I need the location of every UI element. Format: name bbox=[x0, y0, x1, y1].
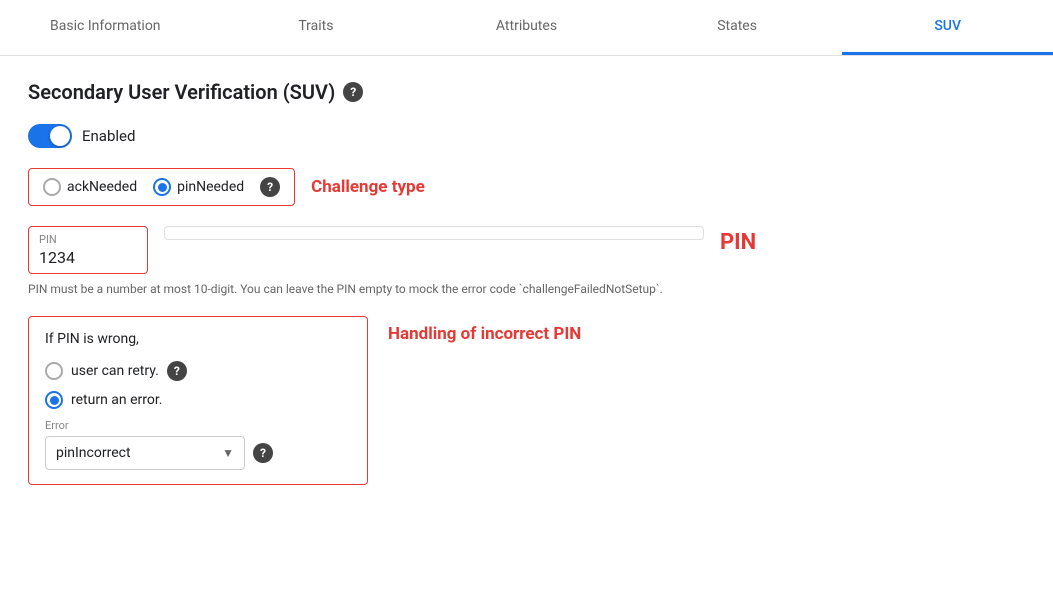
main-container: Basic Information Traits Attributes Stat… bbox=[0, 0, 1053, 601]
tab-states[interactable]: States bbox=[632, 0, 843, 55]
radio-circle-retry[interactable] bbox=[45, 362, 63, 380]
pin-field-label: PIN bbox=[39, 233, 137, 246]
pin-hint: PIN must be a number at most 10-digit. Y… bbox=[28, 282, 728, 296]
dropdown-label: Error bbox=[45, 419, 351, 432]
error-dropdown-section: Error pinIncorrect ▼ ? bbox=[45, 419, 351, 470]
tab-attributes[interactable]: Attributes bbox=[421, 0, 632, 55]
handling-annotation: Handling of incorrect PIN bbox=[388, 316, 581, 344]
radio-label-pinneeded: pinNeeded bbox=[177, 179, 244, 195]
title-help-icon[interactable]: ? bbox=[343, 82, 363, 102]
retry-help-icon[interactable]: ? bbox=[167, 361, 187, 381]
radio-circle-ackneeded[interactable] bbox=[43, 178, 61, 196]
tab-suv[interactable]: SUV bbox=[842, 0, 1053, 55]
content-area: Secondary User Verification (SUV) ? Enab… bbox=[0, 56, 1053, 509]
toggle-thumb bbox=[50, 126, 70, 146]
pin-section: PIN 1234 PIN bbox=[28, 226, 1025, 274]
pin-full-field[interactable] bbox=[164, 226, 704, 240]
challenge-type-box: ackNeeded pinNeeded ? bbox=[28, 168, 295, 206]
enabled-label: Enabled bbox=[82, 127, 135, 145]
radio-row-retry: user can retry. ? bbox=[45, 361, 351, 381]
enabled-toggle-row: Enabled bbox=[28, 124, 1025, 148]
handling-section: If PIN is wrong, user can retry. ? retur… bbox=[28, 316, 1025, 485]
error-dropdown[interactable]: pinIncorrect ▼ bbox=[45, 436, 245, 470]
dropdown-value: pinIncorrect bbox=[56, 445, 131, 461]
radio-label-error: return an error. bbox=[71, 392, 162, 408]
tab-bar: Basic Information Traits Attributes Stat… bbox=[0, 0, 1053, 56]
section-title-text: Secondary User Verification (SUV) bbox=[28, 80, 335, 104]
radio-row-error: return an error. bbox=[45, 391, 351, 409]
handling-title: If PIN is wrong, bbox=[45, 331, 351, 347]
toggle-track[interactable] bbox=[28, 124, 72, 148]
challenge-type-annotation: Challenge type bbox=[311, 177, 425, 197]
error-dropdown-help-icon[interactable]: ? bbox=[253, 443, 273, 463]
radio-label-retry: user can retry. bbox=[71, 363, 159, 379]
handling-box: If PIN is wrong, user can retry. ? retur… bbox=[28, 316, 368, 485]
dropdown-arrow-icon: ▼ bbox=[222, 446, 234, 460]
radio-option-ackneeded[interactable]: ackNeeded bbox=[43, 178, 137, 196]
pin-field-value[interactable]: 1234 bbox=[39, 248, 137, 267]
pin-field-box[interactable]: PIN 1234 bbox=[28, 226, 148, 274]
dropdown-row: pinIncorrect ▼ ? bbox=[45, 436, 351, 470]
section-title: Secondary User Verification (SUV) ? bbox=[28, 80, 1025, 104]
tab-traits[interactable]: Traits bbox=[211, 0, 422, 55]
enabled-toggle[interactable] bbox=[28, 124, 72, 148]
tab-basic-information[interactable]: Basic Information bbox=[0, 0, 211, 55]
radio-circle-pinneeded[interactable] bbox=[153, 178, 171, 196]
challenge-type-help-icon[interactable]: ? bbox=[260, 177, 280, 197]
challenge-type-section: ackNeeded pinNeeded ? Challenge type bbox=[28, 168, 1025, 206]
radio-option-pinneeded[interactable]: pinNeeded bbox=[153, 178, 244, 196]
radio-label-ackneeded: ackNeeded bbox=[67, 179, 137, 195]
radio-circle-error[interactable] bbox=[45, 391, 63, 409]
pin-annotation: PIN bbox=[720, 226, 756, 255]
